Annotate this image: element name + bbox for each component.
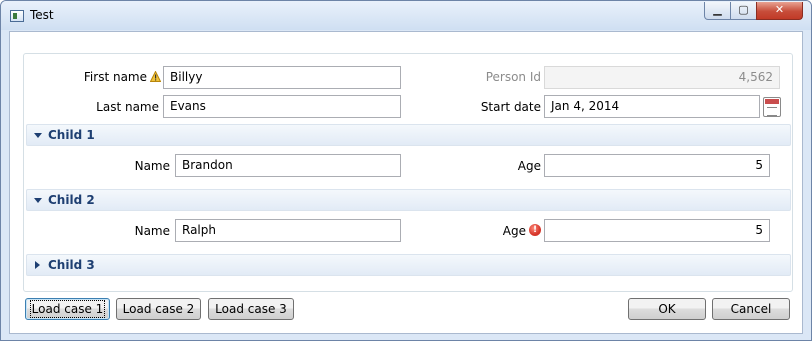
person-id-input: 4,562 (544, 66, 780, 89)
first-name-input[interactable]: Billyy (163, 66, 401, 89)
load-case-3-button[interactable]: Load case 3 (208, 298, 294, 320)
child-2-name-input[interactable]: Ralph (175, 219, 401, 242)
last-name-label: Last name (96, 100, 159, 114)
load-case-2-label: Load case 2 (122, 302, 195, 316)
title-bar[interactable]: Test ▁ ▢ ✕ (1, 1, 811, 30)
child-1-age-label: Age (517, 159, 541, 173)
cancel-button[interactable]: Cancel (712, 298, 790, 320)
child-3-header: Child 3 (48, 258, 95, 272)
first-name-label: First name (83, 70, 147, 84)
child-1-name-input[interactable]: Brandon (175, 154, 401, 177)
window-title: Test (30, 8, 54, 22)
minimize-button[interactable]: ▁ (704, 2, 731, 20)
chevron-right-icon (35, 261, 40, 269)
child-2-age-input[interactable]: 5 (544, 219, 770, 242)
child-1-age-input[interactable]: 5 (544, 154, 770, 177)
child-2-name-label: Name (134, 224, 170, 238)
close-button[interactable]: ✕ (756, 2, 803, 20)
person-id-label: Person Id (485, 70, 541, 84)
main-window: Test ▁ ▢ ✕ First name Billyy Person Id 4… (0, 0, 812, 341)
child-1-header: Child 1 (48, 128, 95, 142)
maximize-button[interactable]: ▢ (730, 2, 757, 20)
start-date-label: Start date (480, 100, 541, 114)
ok-label: OK (658, 302, 676, 316)
chevron-down-icon (34, 198, 42, 203)
window-icon[interactable] (10, 10, 24, 22)
load-case-3-label: Load case 3 (215, 302, 287, 316)
calendar-icon[interactable] (763, 97, 781, 117)
child-2-header: Child 2 (48, 193, 95, 207)
child-1-name-label: Name (134, 159, 170, 173)
child-3-expander[interactable]: Child 3 (26, 254, 791, 276)
load-case-1-button[interactable]: Load case 1 (25, 298, 110, 320)
child-2-expander[interactable]: Child 2 (26, 189, 791, 211)
cancel-label: Cancel (730, 302, 772, 316)
child-1-expander[interactable]: Child 1 (26, 124, 791, 146)
child-2-age-label: Age (502, 224, 526, 238)
ok-button[interactable]: OK (628, 298, 706, 320)
last-name-input[interactable]: Evans (163, 95, 401, 118)
error-icon: ! (529, 224, 541, 236)
start-date-input[interactable]: Jan 4, 2014 (544, 95, 760, 118)
chevron-down-icon (34, 133, 42, 138)
client-area: First name Billyy Person Id 4,562 Last n… (9, 31, 803, 334)
load-case-1-label: Load case 1 (29, 300, 106, 318)
warning-icon (150, 71, 161, 82)
load-case-2-button[interactable]: Load case 2 (116, 298, 201, 320)
